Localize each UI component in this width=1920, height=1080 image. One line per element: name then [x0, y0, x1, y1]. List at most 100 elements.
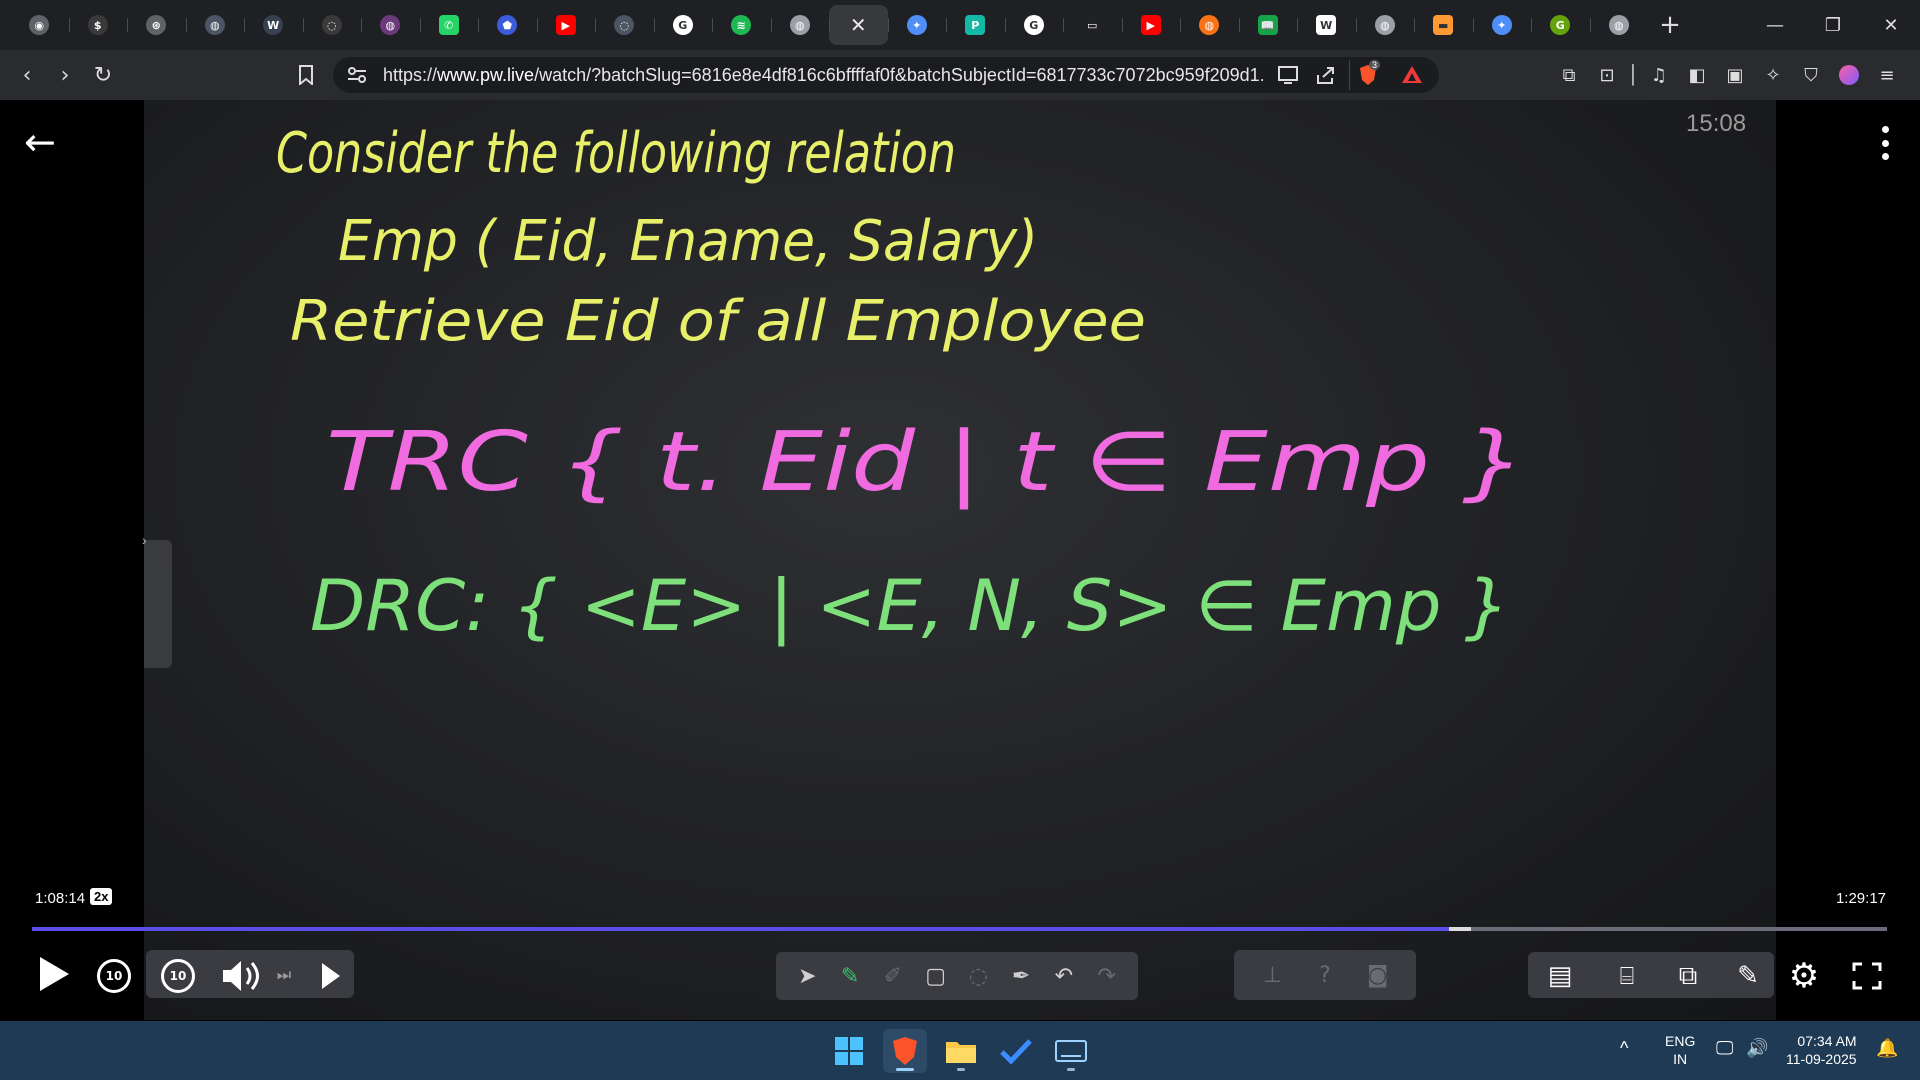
pen-tool-icon[interactable]: ✒: [1003, 958, 1039, 994]
cast-icon[interactable]: [1277, 65, 1299, 90]
bookmark-button[interactable]: [287, 56, 325, 94]
highlighter-tool-icon[interactable]: ✐: [875, 958, 911, 994]
play-button[interactable]: [34, 952, 74, 996]
reload-button[interactable]: ↻: [84, 56, 122, 94]
tab[interactable]: 📖: [1238, 5, 1298, 45]
playback-speed-badge[interactable]: 2x: [90, 888, 113, 905]
brave-rewards-icon[interactable]: [1401, 64, 1423, 89]
taskbar-todo[interactable]: [994, 1029, 1038, 1073]
taskbar-file-explorer[interactable]: [939, 1029, 983, 1073]
tab[interactable]: ◍: [1180, 5, 1239, 45]
taskbar-touch-keyboard[interactable]: [1049, 1029, 1093, 1073]
tab[interactable]: ✆: [419, 5, 479, 45]
tab[interactable]: ◍: [185, 5, 245, 45]
pointer-tool-icon[interactable]: ➤: [789, 958, 825, 994]
start-button[interactable]: [827, 1029, 871, 1073]
wallet-icon[interactable]: ▣: [1716, 56, 1754, 94]
system-clock[interactable]: 07:34 AM 11-09-2025: [1786, 1032, 1857, 1068]
tab[interactable]: ▭: [1063, 5, 1122, 45]
tab[interactable]: ✦: [887, 5, 947, 45]
tab[interactable]: ◍: [361, 5, 420, 45]
tab[interactable]: ◍: [1355, 5, 1415, 45]
more-options-icon[interactable]: [1880, 126, 1890, 160]
settings-button[interactable]: ⚙: [1784, 956, 1824, 996]
volume-tray-icon[interactable]: 🔊: [1746, 1039, 1768, 1057]
tab[interactable]: ⊛: [127, 5, 186, 45]
side-panel-handle[interactable]: ›: [142, 532, 172, 668]
network-icon[interactable]: 🖵: [1716, 1039, 1733, 1057]
notes-button[interactable]: ✎: [1728, 956, 1768, 996]
tab[interactable]: G: [1004, 5, 1064, 45]
undo-icon[interactable]: ↶: [1046, 958, 1082, 994]
close-tab-icon[interactable]: ✕: [850, 13, 867, 37]
vpn-icon[interactable]: ⛉: [1792, 56, 1830, 94]
slides-button[interactable]: ⧉: [1666, 956, 1710, 996]
tab[interactable]: G: [1531, 5, 1590, 45]
chat-button[interactable]: ▤: [1540, 956, 1580, 996]
poll-icon[interactable]: ⊥: [1254, 957, 1290, 993]
tab[interactable]: $: [68, 5, 128, 45]
rewind-10-button[interactable]: 10: [96, 958, 132, 994]
leo-ai-icon[interactable]: ✧: [1754, 56, 1792, 94]
windows-taskbar: ^ ENG IN 🖵 🔊 07:34 AM 11-09-2025 🔔: [0, 1021, 1920, 1080]
new-tab-button[interactable]: +: [1648, 5, 1692, 45]
language-indicator[interactable]: ENG IN: [1665, 1032, 1695, 1068]
tab[interactable]: ⬟: [478, 5, 537, 45]
tab[interactable]: ◉: [10, 5, 69, 45]
volume-button[interactable]: [220, 956, 266, 996]
reading-mode-icon[interactable]: ⊡: [1588, 56, 1626, 94]
globe-icon: ◍: [789, 15, 810, 35]
close-window-button[interactable]: ✕: [1862, 0, 1920, 50]
tab[interactable]: ◍: [770, 5, 830, 45]
fullscreen-button[interactable]: [1848, 958, 1886, 994]
tab-active[interactable]: ✕: [829, 5, 888, 45]
tab[interactable]: G: [653, 5, 713, 45]
tab[interactable]: W: [244, 5, 303, 45]
camera-icon[interactable]: ◙: [1360, 957, 1396, 993]
sidebar-icon[interactable]: ◧: [1678, 56, 1716, 94]
tab[interactable]: P: [946, 5, 1005, 45]
skip-30-icon[interactable]: ⏭: [270, 960, 298, 990]
tab[interactable]: ▶: [1121, 5, 1181, 45]
url-text[interactable]: https://www.pw.live/watch/?batchSlug=681…: [383, 65, 1263, 86]
tab[interactable]: ▬: [1414, 5, 1473, 45]
menu-icon[interactable]: ≡: [1868, 56, 1906, 94]
forward-button[interactable]: ›: [46, 56, 84, 94]
taskbar-brave[interactable]: [883, 1029, 927, 1073]
tab[interactable]: ✦: [1472, 5, 1532, 45]
chevron-left-icon: ‹: [22, 62, 32, 88]
notes-icon: ✎: [1737, 961, 1759, 991]
tab[interactable]: W: [1297, 5, 1356, 45]
extensions-icon[interactable]: ⧉: [1550, 56, 1588, 94]
minimize-button[interactable]: —: [1746, 0, 1804, 50]
restore-button[interactable]: ❐: [1804, 0, 1862, 50]
notification-bell-icon[interactable]: 🔔: [1876, 1039, 1898, 1057]
running-indicator: [1067, 1068, 1075, 1071]
screen-icon: ▭: [1082, 15, 1103, 35]
translate-button[interactable]: ⌸: [1606, 956, 1648, 996]
address-bar[interactable]: https://www.pw.live/watch/?batchSlug=681…: [333, 57, 1439, 93]
back-arrow-icon[interactable]: ←: [24, 122, 64, 162]
tab[interactable]: ≋: [712, 5, 771, 45]
seek-bar[interactable]: [32, 927, 1887, 931]
help-icon[interactable]: ?: [1307, 957, 1343, 993]
eraser-tool-icon[interactable]: ◌: [960, 958, 996, 994]
share-icon[interactable]: [1315, 65, 1337, 90]
show-hidden-icons[interactable]: ^: [1620, 1039, 1628, 1057]
tab[interactable]: ◍: [1589, 5, 1649, 45]
redo-icon[interactable]: ↷: [1089, 958, 1125, 994]
tab[interactable]: ▶: [536, 5, 596, 45]
rectangle-tool-icon[interactable]: ▢: [918, 958, 954, 994]
marker-tool-icon[interactable]: ✎: [832, 958, 868, 994]
tab[interactable]: ◌: [595, 5, 654, 45]
profile-avatar[interactable]: [1830, 56, 1868, 94]
fullscreen-icon: [1852, 962, 1882, 990]
site-settings-icon[interactable]: [347, 66, 367, 84]
forward-10-button[interactable]: 10: [160, 958, 196, 994]
video-player[interactable]: Consider the following relation Emp ( Ei…: [0, 100, 1920, 1021]
brave-shields-button[interactable]: 3: [1349, 60, 1383, 90]
next-button[interactable]: [316, 958, 346, 994]
tab[interactable]: ◌: [302, 5, 362, 45]
media-icon[interactable]: ♫: [1640, 56, 1678, 94]
back-button[interactable]: ‹: [8, 56, 46, 94]
